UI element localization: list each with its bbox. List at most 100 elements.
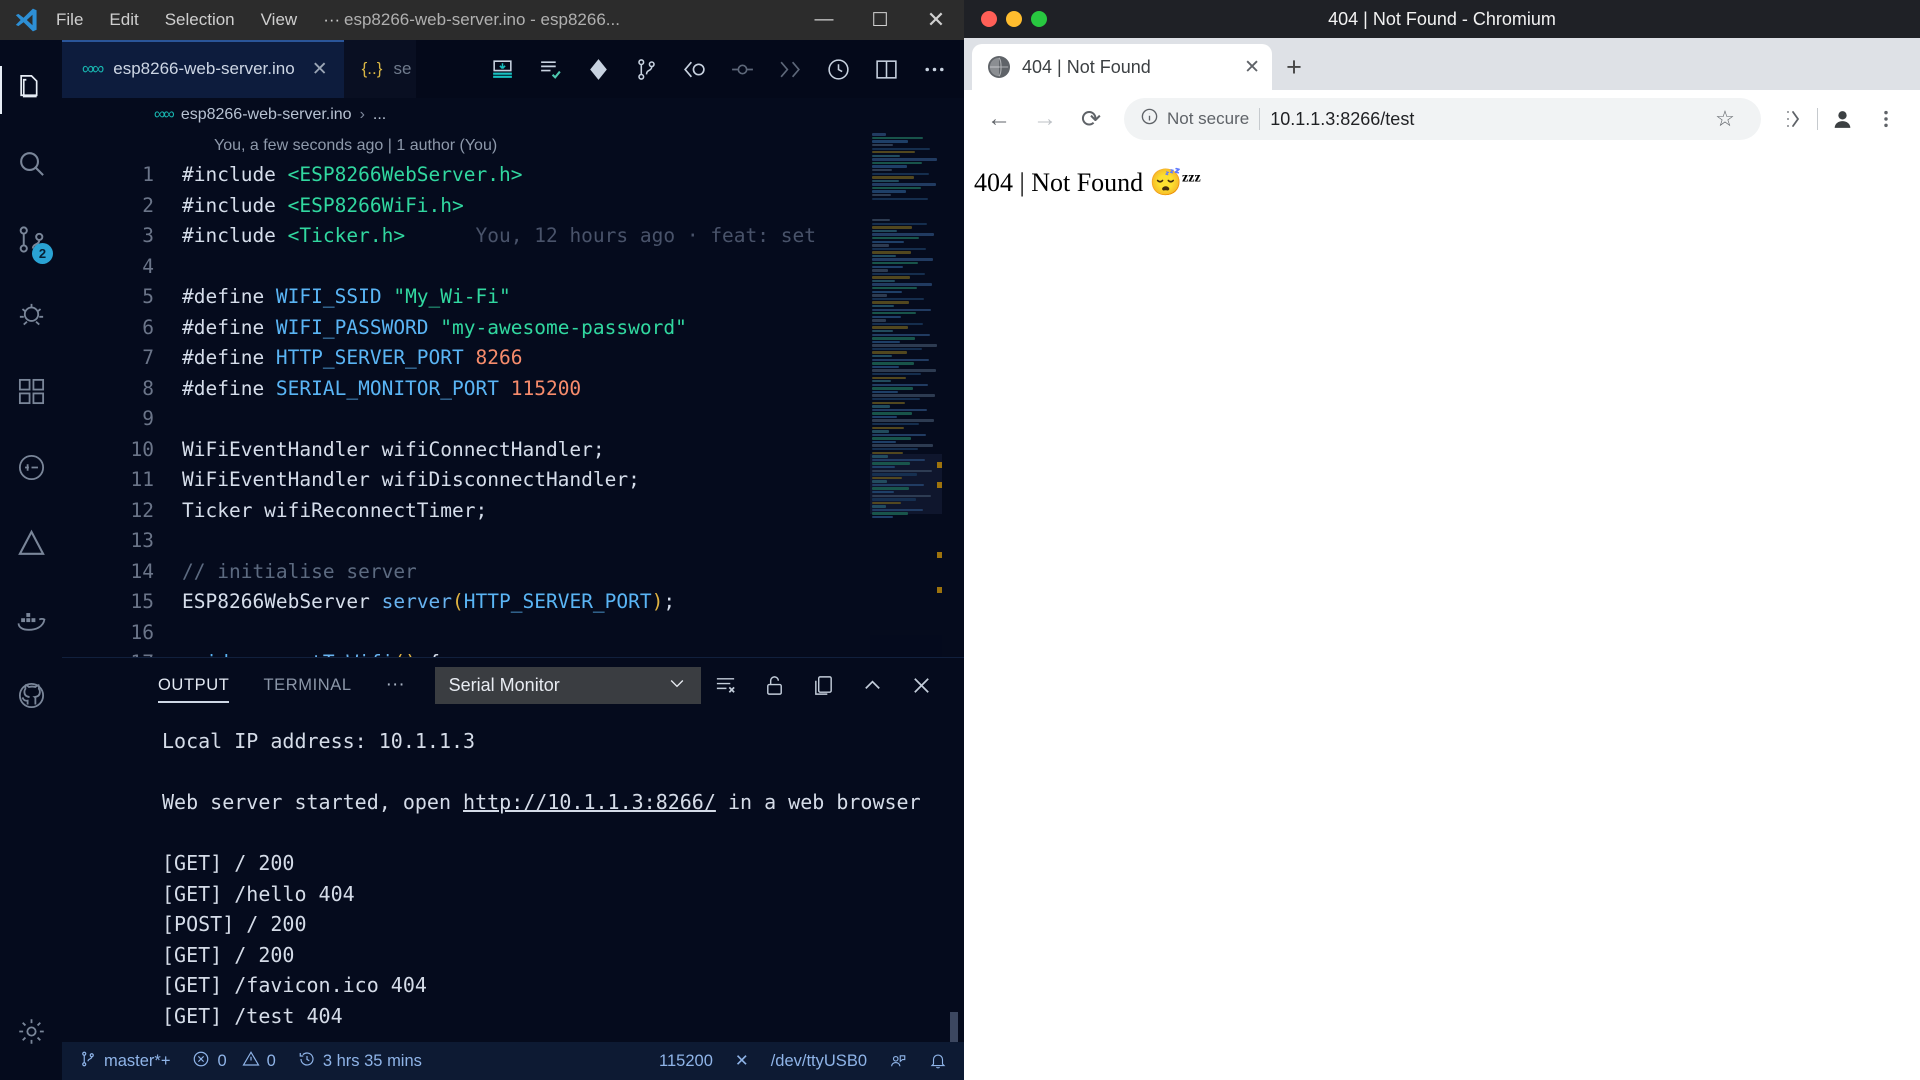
output-url-link[interactable]: http://10.1.1.3:8266/: [463, 790, 716, 814]
output-channel-select[interactable]: Serial Monitor: [435, 667, 701, 704]
branch-icon[interactable]: [622, 40, 670, 98]
code-line[interactable]: 3#include <Ticker.h> You, 12 hours ago ·…: [62, 221, 964, 252]
code-line[interactable]: 6#define WIFI_PASSWORD "my-awesome-passw…: [62, 313, 964, 344]
devtools-icon[interactable]: [1773, 99, 1813, 139]
minimize-button[interactable]: —: [796, 0, 852, 40]
code-line[interactable]: 15ESP8266WebServer server(HTTP_SERVER_PO…: [62, 587, 964, 618]
git-blame-header: You, a few seconds ago | 1 author (You): [62, 132, 964, 160]
sidebar-item-github[interactable]: [0, 660, 62, 736]
code-line[interactable]: 14// initialise server: [62, 557, 964, 588]
menu-selection[interactable]: Selection: [165, 10, 235, 30]
code-line[interactable]: 17void connectToWifi() {: [62, 648, 964, 657]
code-text: #define SERIAL_MONITOR_PORT 115200: [182, 374, 581, 405]
debug-icon[interactable]: [574, 40, 622, 98]
code-editor[interactable]: You, a few seconds ago | 1 author (You) …: [62, 132, 964, 657]
breadcrumb-file[interactable]: esp8266-web-server.ino: [181, 106, 352, 124]
forward-button[interactable]: →: [1024, 98, 1066, 140]
sidebar-item-extensions[interactable]: [0, 356, 62, 432]
code-line[interactable]: 10WiFiEventHandler wifiConnectHandler;: [62, 435, 964, 466]
chevron-up-icon[interactable]: [848, 658, 897, 712]
go-back-icon[interactable]: [670, 40, 718, 98]
code-line[interactable]: 4: [62, 252, 964, 283]
breadcrumb[interactable]: ∞∞ esp8266-web-server.ino › ...: [62, 98, 964, 132]
serial-plotter-icon[interactable]: [526, 40, 574, 98]
minimap[interactable]: [870, 132, 942, 657]
minimap-line: [872, 380, 891, 382]
menu-view[interactable]: View: [261, 10, 298, 30]
chromium-tabstrip: 404 | Not Found ✕ +: [964, 38, 1920, 90]
breadcrumb-more[interactable]: ...: [373, 106, 386, 124]
three-dot-menu-icon[interactable]: [1866, 99, 1906, 139]
menu-file[interactable]: File: [56, 10, 83, 30]
code-line[interactable]: 16: [62, 618, 964, 649]
vscode-titlebar: File Edit Selection View ··· esp8266-web…: [0, 0, 964, 40]
status-timer[interactable]: 3 hrs 35 mins: [287, 1042, 433, 1080]
url-text[interactable]: 10.1.1.3:8266/test: [1270, 109, 1414, 130]
more-actions-icon[interactable]: [910, 40, 958, 98]
close-button[interactable]: ✕: [908, 0, 964, 40]
sidebar-item-platformio[interactable]: [0, 508, 62, 584]
new-tab-button[interactable]: +: [1272, 44, 1316, 90]
panel-tab-terminal[interactable]: TERMINAL: [263, 658, 351, 712]
code-line[interactable]: 9: [62, 404, 964, 435]
page-content: 404 | Not Found 😴zzz: [964, 148, 1920, 1080]
minimap-line: [872, 337, 915, 339]
bell-icon[interactable]: [918, 1042, 958, 1080]
sidebar-item-run-debug[interactable]: [0, 280, 62, 356]
status-branch[interactable]: master*+: [68, 1042, 181, 1080]
code-line[interactable]: 2#include <ESP8266WiFi.h>: [62, 191, 964, 222]
bookmark-star-icon[interactable]: ☆: [1705, 99, 1745, 139]
tab-esp8266-web-server-ino[interactable]: ∞∞ esp8266-web-server.ino ✕: [62, 40, 344, 98]
profile-icon[interactable]: [1822, 99, 1862, 139]
open-in-editor-icon[interactable]: [799, 658, 848, 712]
address-bar[interactable]: Not secure 10.1.1.3:8266/test ☆: [1124, 98, 1761, 140]
sidebar-item-arduino[interactable]: [0, 432, 62, 508]
code-line[interactable]: 11WiFiEventHandler wifiDisconnectHandler…: [62, 465, 964, 496]
code-line[interactable]: 13: [62, 526, 964, 557]
unlock-scroll-icon[interactable]: [750, 658, 799, 712]
sidebar-item-source-control[interactable]: 2: [0, 204, 62, 280]
split-editor-icon[interactable]: [862, 40, 910, 98]
timeline-icon[interactable]: [814, 40, 862, 98]
reload-button[interactable]: ⟳: [1070, 98, 1112, 140]
upload-icon[interactable]: [478, 40, 526, 98]
sidebar-item-docker[interactable]: [0, 584, 62, 660]
status-serial-port[interactable]: /dev/ttyUSB0: [760, 1042, 878, 1080]
menu-edit[interactable]: Edit: [109, 10, 138, 30]
chevron-down-icon: [667, 673, 687, 698]
output-channel-value: Serial Monitor: [449, 675, 560, 696]
close-panel-icon[interactable]: [897, 658, 946, 712]
sidebar-item-search[interactable]: [0, 128, 62, 204]
tab-close-icon[interactable]: ✕: [312, 58, 328, 81]
panel-tab-output[interactable]: OUTPUT: [158, 658, 229, 712]
status-baud-rate[interactable]: 115200: [648, 1042, 724, 1080]
back-button[interactable]: ←: [978, 98, 1020, 140]
menu-more[interactable]: ···: [323, 10, 340, 30]
clear-output-icon[interactable]: [701, 658, 750, 712]
browser-tab[interactable]: 404 | Not Found ✕: [972, 44, 1272, 90]
panel-scrollbar[interactable]: [950, 1012, 958, 1042]
sidebar-item-settings[interactable]: [0, 1004, 62, 1080]
status-disconnect-button[interactable]: ✕: [724, 1042, 760, 1080]
code-line[interactable]: 12Ticker wifiReconnectTimer;: [62, 496, 964, 527]
code-line[interactable]: 5#define WIFI_SSID "My_Wi-Fi": [62, 282, 964, 313]
code-line[interactable]: 8#define SERIAL_MONITOR_PORT 115200: [62, 374, 964, 405]
status-problems[interactable]: 0 0: [181, 1042, 286, 1080]
live-share-icon[interactable]: [878, 1042, 918, 1080]
maximize-button[interactable]: ☐: [852, 0, 908, 40]
code-line[interactable]: 7#define HTTP_SERVER_PORT 8266: [62, 343, 964, 374]
panel-more-icon[interactable]: ···: [386, 674, 405, 696]
sidebar-item-explorer[interactable]: [0, 52, 62, 128]
split-left-icon[interactable]: [718, 40, 766, 98]
editor-scrollbar[interactable]: [942, 132, 964, 657]
minimap-line: [872, 316, 901, 318]
vscode-menubar[interactable]: File Edit Selection View ···: [52, 10, 340, 30]
serial-monitor-output[interactable]: Local IP address: 10.1.1.3 Web server st…: [62, 712, 964, 1042]
security-status[interactable]: Not secure: [1140, 107, 1249, 131]
tab-settings-json[interactable]: {..} se: [344, 40, 416, 98]
code-line[interactable]: 1#include <ESP8266WebServer.h>: [62, 160, 964, 191]
code-lines[interactable]: 1#include <ESP8266WebServer.h>2#include …: [62, 160, 964, 657]
split-right-icon[interactable]: [766, 40, 814, 98]
minimap-line: [872, 351, 907, 353]
close-tab-icon[interactable]: ✕: [1244, 56, 1260, 79]
